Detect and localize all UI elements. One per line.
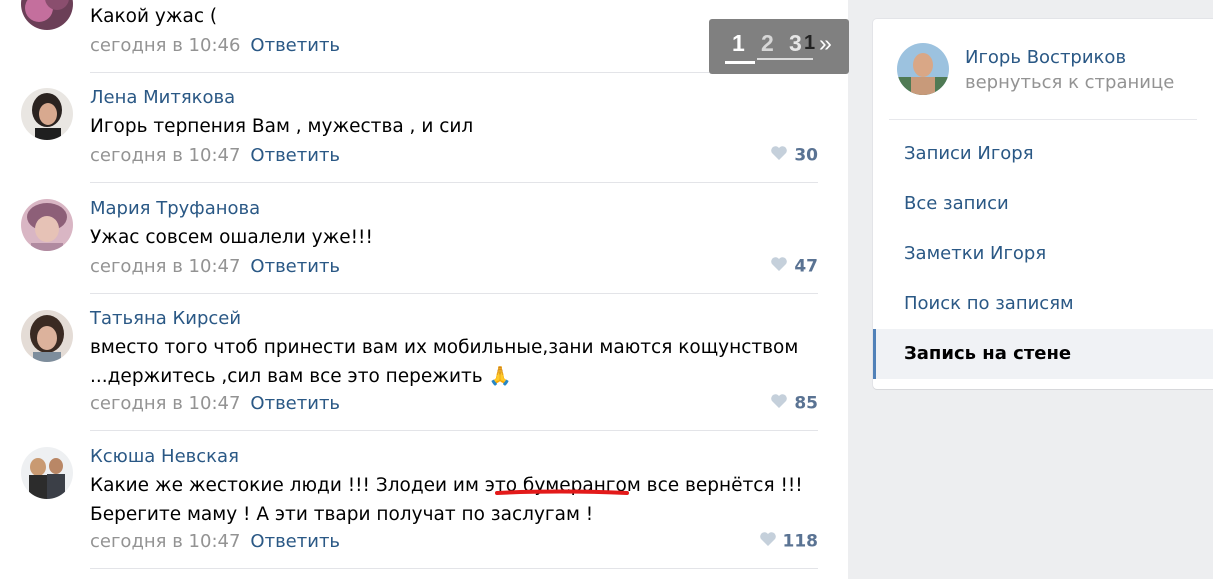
comment-time[interactable]: сегодня в 10:47 [90, 145, 240, 166]
comment-meta: сегодня в 10:47 Ответить [90, 256, 340, 277]
reply-link[interactable]: Ответить [250, 256, 340, 277]
comment-meta: сегодня в 10:46 Ответить [90, 35, 340, 56]
avatar[interactable] [21, 199, 73, 251]
comment-meta: сегодня в 10:47 Ответить [90, 145, 340, 166]
comment-time[interactable]: сегодня в 10:47 [90, 256, 240, 277]
avatar[interactable] [21, 447, 73, 499]
like-button[interactable]: 30 [738, 145, 818, 166]
active-page-bar [725, 61, 755, 64]
avatar[interactable] [21, 0, 73, 30]
owner-avatar[interactable] [897, 43, 949, 95]
page-indicator[interactable]: 1 2 3 1 » [709, 19, 849, 74]
like-button[interactable]: 85 [738, 393, 818, 414]
page-2[interactable]: 2 [761, 30, 774, 57]
page-3[interactable]: 3 [789, 30, 802, 57]
heart-icon [770, 256, 788, 277]
divider [90, 568, 818, 569]
author-name[interactable]: Мария Труфанова [90, 198, 260, 219]
avatar[interactable] [21, 310, 73, 362]
like-button[interactable]: 118 [738, 531, 818, 552]
back-to-page-link[interactable]: вернуться к странице [965, 72, 1174, 93]
page-4[interactable]: 1 [804, 32, 815, 55]
like-count: 118 [782, 531, 819, 552]
heart-icon [759, 531, 777, 552]
comment-text: Ужас совсем ошалели уже!!! [90, 227, 373, 248]
page-1[interactable]: 1 [732, 30, 745, 57]
comment-text: Игорь терпения Вам , мужества , и сил [90, 116, 474, 137]
comment-time[interactable]: сегодня в 10:47 [90, 531, 240, 552]
comments-feed: Какой ужас ( сегодня в 10:46 Ответить Лен… [0, 0, 848, 579]
like-button[interactable]: 47 [738, 256, 818, 277]
divider [90, 430, 818, 431]
reply-link[interactable]: Ответить [250, 393, 340, 414]
menu-item-all-posts[interactable]: Все записи [873, 179, 1213, 229]
heart-icon [770, 145, 788, 166]
author-name[interactable]: Татьяна Кирсей [90, 308, 241, 329]
comment-meta: сегодня в 10:47 Ответить [90, 393, 340, 414]
heart-icon [770, 393, 788, 414]
comment-meta: сегодня в 10:47 Ответить [90, 531, 340, 552]
comment-text: Какие же жестокие люди !!! Злодеи им это… [90, 475, 803, 525]
comment-time[interactable]: сегодня в 10:46 [90, 35, 240, 56]
menu-item-owner-posts[interactable]: Записи Игоря [873, 129, 1213, 179]
menu-item-notes[interactable]: Заметки Игоря [873, 229, 1213, 279]
page-bar [757, 58, 813, 60]
comment-time[interactable]: сегодня в 10:47 [90, 393, 240, 414]
like-count: 47 [794, 256, 818, 277]
reply-link[interactable]: Ответить [250, 35, 340, 56]
divider [889, 119, 1197, 120]
wall-nav-panel: Игорь Востриков вернуться к странице Зап… [873, 19, 1213, 389]
reply-link[interactable]: Ответить [250, 531, 340, 552]
owner-name[interactable]: Игорь Востриков [965, 47, 1126, 68]
red-underline-annotation [495, 489, 629, 495]
like-count: 30 [794, 145, 818, 166]
avatar[interactable] [21, 88, 73, 140]
divider [90, 293, 818, 294]
author-name[interactable]: Ксюша Невская [90, 446, 239, 467]
author-name[interactable]: Лена Митякова [90, 87, 235, 108]
menu-item-search-posts[interactable]: Поиск по записям [873, 279, 1213, 329]
next-page-icon[interactable]: » [819, 30, 832, 57]
comment-text: Какой ужас ( [90, 6, 218, 27]
reply-link[interactable]: Ответить [250, 145, 340, 166]
menu-item-wall-post[interactable]: Запись на стене [873, 329, 1213, 379]
comment-text: вместо того чтоб принести вам их мобильн… [90, 337, 799, 387]
divider [90, 182, 818, 183]
like-count: 85 [794, 393, 818, 414]
